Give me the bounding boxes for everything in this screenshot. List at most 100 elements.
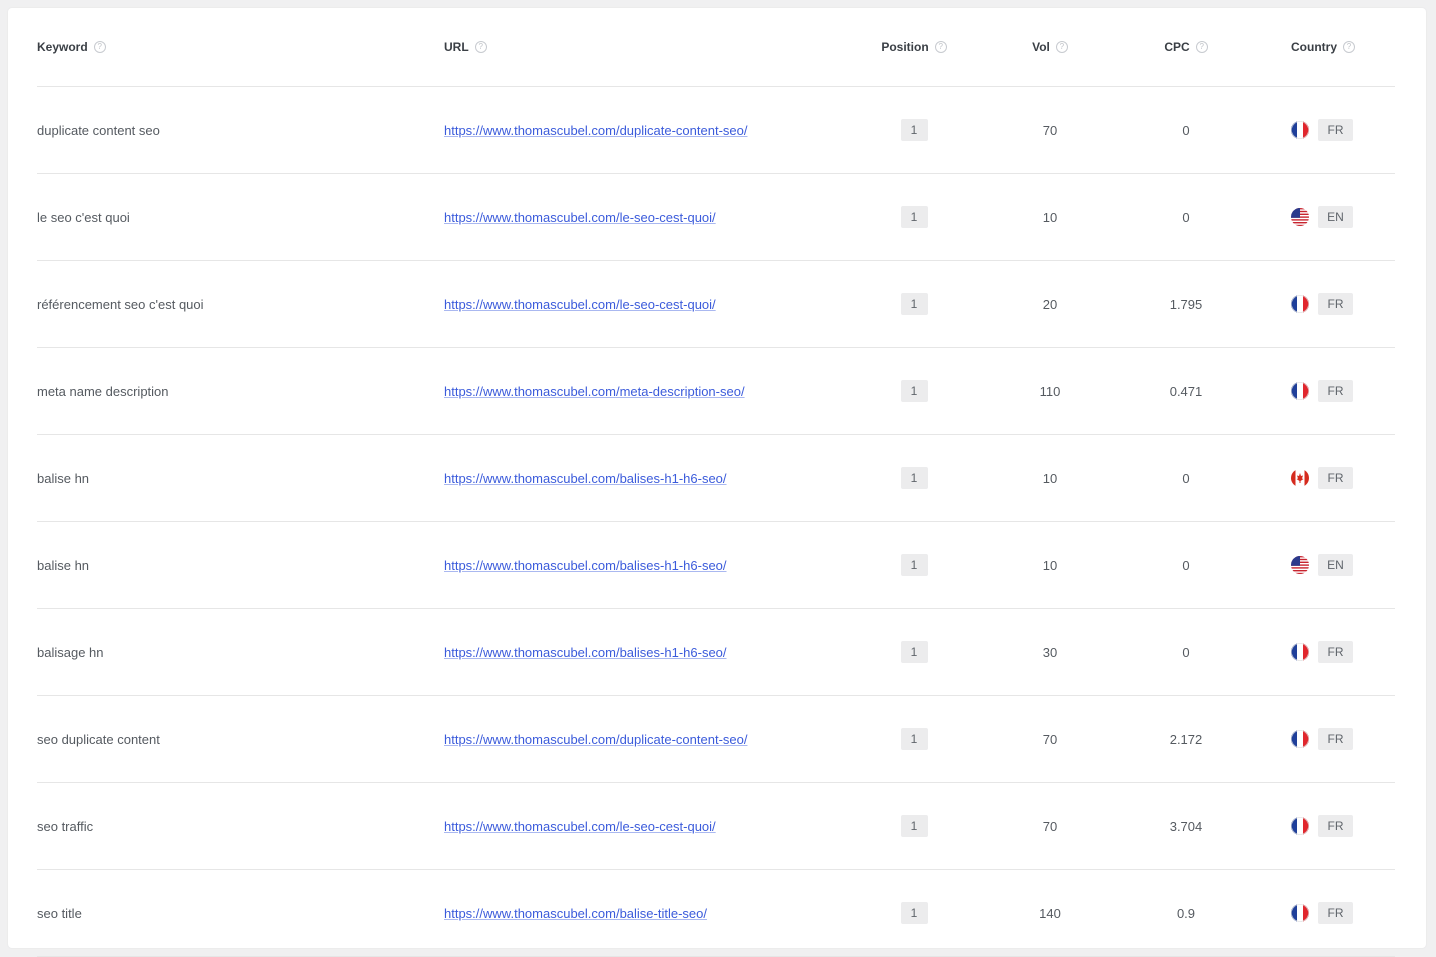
table-row: meta name description https://www.thomasc… bbox=[37, 348, 1395, 435]
table-body: duplicate content seo https://www.thomasc… bbox=[37, 87, 1395, 957]
help-icon[interactable]: ? bbox=[93, 41, 106, 53]
column-header-vol[interactable]: Vol ? bbox=[999, 8, 1101, 86]
url-cell: https://www.thomascubel.com/le-seo-cest-… bbox=[444, 783, 864, 869]
vol-cell: 70 bbox=[999, 87, 1101, 173]
url-cell: https://www.thomascubel.com/balises-h1-h… bbox=[444, 435, 864, 521]
url-cell: https://www.thomascubel.com/meta-descrip… bbox=[444, 348, 864, 434]
cpc-cell: 0 bbox=[1135, 435, 1237, 521]
keyword-text: balise hn bbox=[37, 470, 90, 486]
cpc-value: 0 bbox=[1182, 122, 1190, 138]
url-cell: https://www.thomascubel.com/duplicate-co… bbox=[444, 87, 864, 173]
position-cell: 1 bbox=[863, 261, 965, 347]
position-cell: 1 bbox=[863, 696, 965, 782]
vol-value: 10 bbox=[1042, 209, 1058, 225]
country-cell: FR bbox=[1291, 783, 1395, 869]
position-cell: 1 bbox=[863, 609, 965, 695]
keyword-cell: duplicate content seo bbox=[37, 87, 437, 173]
url-link[interactable]: https://www.thomascubel.com/duplicate-co… bbox=[444, 732, 747, 747]
column-header-position[interactable]: Position ? bbox=[863, 8, 965, 86]
vol-value: 110 bbox=[1039, 383, 1061, 399]
cpc-cell: 0.471 bbox=[1135, 348, 1237, 434]
help-icon[interactable]: ? bbox=[1343, 41, 1355, 53]
url-link[interactable]: https://www.thomascubel.com/balise-title… bbox=[444, 906, 707, 921]
url-link[interactable]: https://www.thomascubel.com/balises-h1-h… bbox=[444, 645, 727, 660]
column-header-country[interactable]: Country ? bbox=[1291, 8, 1395, 86]
vol-cell: 110 bbox=[999, 348, 1101, 434]
country-cell: FR bbox=[1291, 435, 1395, 521]
position-cell: 1 bbox=[863, 174, 965, 260]
url-link[interactable]: https://www.thomascubel.com/le-seo-cest-… bbox=[444, 297, 716, 312]
url-link[interactable]: https://www.thomascubel.com/duplicate-co… bbox=[444, 123, 747, 138]
cpc-cell: 0 bbox=[1135, 609, 1237, 695]
url-cell: https://www.thomascubel.com/le-seo-cest-… bbox=[444, 174, 864, 260]
help-icon[interactable]: ? bbox=[1195, 41, 1208, 53]
help-icon[interactable]: ? bbox=[934, 41, 947, 53]
country-cell: FR bbox=[1291, 87, 1395, 173]
table-row: balise hn https://www.thomascubel.com/bal… bbox=[37, 435, 1395, 522]
url-link[interactable]: https://www.thomascubel.com/balises-h1-h… bbox=[444, 471, 727, 486]
keyword-cell: seo traffic bbox=[37, 783, 437, 869]
table-row: seo traffic https://www.thomascubel.com/l… bbox=[37, 783, 1395, 870]
table-row: le seo c'est quoi https://www.thomascubel… bbox=[37, 174, 1395, 261]
cpc-value: 0.471 bbox=[1169, 383, 1203, 399]
url-link[interactable]: https://www.thomascubel.com/le-seo-cest-… bbox=[444, 819, 716, 834]
vol-cell: 10 bbox=[999, 435, 1101, 521]
keyword-text: référencement seo c'est quoi bbox=[37, 296, 204, 312]
usa-flag-icon bbox=[1291, 556, 1309, 574]
vol-value: 30 bbox=[1042, 644, 1058, 660]
language-badge: FR bbox=[1318, 119, 1353, 141]
france-flag-icon bbox=[1291, 121, 1309, 139]
france-flag-icon bbox=[1291, 295, 1309, 313]
language-badge: FR bbox=[1318, 815, 1353, 837]
cpc-value: 2.172 bbox=[1169, 731, 1203, 747]
country-cell: EN bbox=[1291, 174, 1395, 260]
cpc-cell: 0.9 bbox=[1135, 870, 1237, 956]
keyword-cell: balisage hn bbox=[37, 609, 437, 695]
france-flag-icon bbox=[1291, 817, 1309, 835]
france-flag-icon bbox=[1291, 730, 1309, 748]
column-header-cpc[interactable]: CPC ? bbox=[1135, 8, 1237, 86]
cpc-value: 3.704 bbox=[1169, 818, 1203, 834]
cpc-cell: 0 bbox=[1135, 174, 1237, 260]
table-row: balise hn https://www.thomascubel.com/bal… bbox=[37, 522, 1395, 609]
position-cell: 1 bbox=[863, 522, 965, 608]
vol-value: 20 bbox=[1042, 296, 1058, 312]
column-header-keyword-label: Keyword bbox=[37, 40, 88, 54]
cpc-value: 0 bbox=[1182, 470, 1190, 486]
position-badge: 1 bbox=[900, 380, 928, 402]
help-icon[interactable]: ? bbox=[474, 41, 487, 53]
cpc-value: 1.795 bbox=[1169, 296, 1203, 312]
keywords-table: Keyword ? URL ? Position ? Vol ? CPC ? C… bbox=[37, 8, 1395, 957]
position-badge: 1 bbox=[900, 119, 928, 141]
url-link[interactable]: https://www.thomascubel.com/meta-descrip… bbox=[444, 384, 745, 399]
column-header-url-label: URL bbox=[444, 40, 469, 54]
column-header-keyword[interactable]: Keyword ? bbox=[37, 8, 437, 86]
keyword-cell: seo duplicate content bbox=[37, 696, 437, 782]
country-cell: EN bbox=[1291, 522, 1395, 608]
keyword-cell: référencement seo c'est quoi bbox=[37, 261, 437, 347]
url-cell: https://www.thomascubel.com/balise-title… bbox=[444, 870, 864, 956]
column-header-position-label: Position bbox=[881, 40, 929, 54]
column-header-vol-label: Vol bbox=[1032, 40, 1050, 54]
keyword-text: balisage hn bbox=[37, 644, 104, 660]
language-badge: FR bbox=[1318, 380, 1353, 402]
vol-cell: 70 bbox=[999, 783, 1101, 869]
help-icon[interactable]: ? bbox=[1055, 41, 1068, 53]
keyword-text: meta name description bbox=[37, 383, 169, 399]
vol-cell: 70 bbox=[999, 696, 1101, 782]
url-cell: https://www.thomascubel.com/balises-h1-h… bbox=[444, 522, 864, 608]
position-cell: 1 bbox=[863, 783, 965, 869]
language-badge: FR bbox=[1318, 293, 1353, 315]
canada-flag-icon bbox=[1291, 469, 1309, 487]
position-badge: 1 bbox=[900, 641, 928, 663]
cpc-cell: 3.704 bbox=[1135, 783, 1237, 869]
position-cell: 1 bbox=[863, 348, 965, 434]
france-flag-icon bbox=[1291, 643, 1309, 661]
position-cell: 1 bbox=[863, 870, 965, 956]
usa-flag-icon bbox=[1291, 208, 1309, 226]
url-cell: https://www.thomascubel.com/le-seo-cest-… bbox=[444, 261, 864, 347]
url-link[interactable]: https://www.thomascubel.com/balises-h1-h… bbox=[444, 558, 727, 573]
url-link[interactable]: https://www.thomascubel.com/le-seo-cest-… bbox=[444, 210, 716, 225]
column-header-url[interactable]: URL ? bbox=[444, 8, 864, 86]
language-badge: FR bbox=[1318, 728, 1353, 750]
